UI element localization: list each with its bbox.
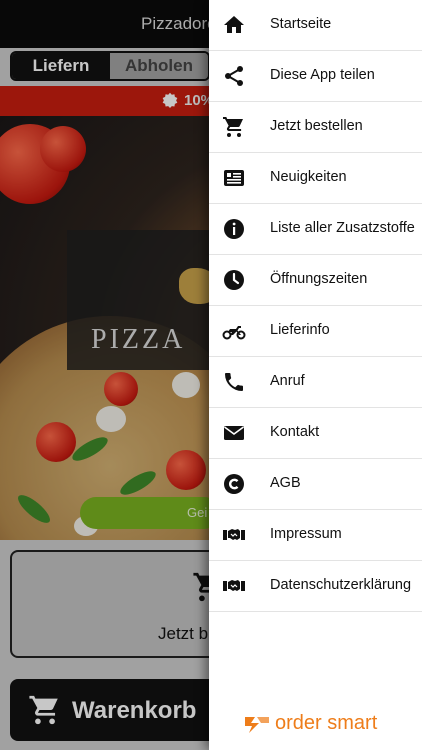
phone-icon <box>225 373 243 391</box>
cart-icon <box>223 117 243 137</box>
menu-item-call[interactable]: Anruf <box>209 357 422 408</box>
menu-item-news[interactable]: Neuigkeiten <box>209 153 422 204</box>
copyright-icon <box>224 474 244 494</box>
menu-item-label: AGB <box>270 475 301 491</box>
navigation-drawer: Startseite Diese App teilen Jetzt bestel… <box>209 0 422 750</box>
info-icon <box>224 219 244 239</box>
menu-item-opening-hours[interactable]: Öffnungszeiten <box>209 255 422 306</box>
menu-item-label: Startseite <box>270 16 332 32</box>
menu-item-label: Jetzt bestellen <box>270 118 363 134</box>
menu-item-startseite[interactable]: Startseite <box>209 0 422 51</box>
order-smart-mark <box>245 717 269 733</box>
menu-item-contact[interactable]: Kontakt <box>209 408 422 459</box>
menu-item-additives[interactable]: Liste aller Zusatzstoffe <box>209 204 422 255</box>
menu-item-label: Anruf <box>270 373 305 389</box>
handshake-icon <box>223 529 245 540</box>
menu-item-label: Lieferinfo <box>270 322 330 338</box>
motorcycle-icon <box>222 326 246 340</box>
menu-item-label: Kontakt <box>270 424 320 440</box>
menu-item-label: Neuigkeiten <box>270 169 347 185</box>
menu-item-label: Liste aller Zusatzstoffe <box>270 220 415 236</box>
menu-item-share-app[interactable]: Diese App teilen <box>209 51 422 102</box>
mail-icon <box>224 426 244 440</box>
share-icon <box>225 66 243 86</box>
menu-item-imprint[interactable]: Impressum <box>209 510 422 561</box>
menu-item-privacy[interactable]: Datenschutzerklärung <box>209 561 422 612</box>
menu-item-label: Öffnungszeiten <box>270 271 368 287</box>
menu-item-order-now[interactable]: Jetzt bestellen <box>209 102 422 153</box>
menu-item-terms[interactable]: AGB <box>209 459 422 510</box>
handshake-icon <box>223 580 245 591</box>
order-smart-logo: order smart <box>243 711 393 739</box>
menu-item-delivery-info[interactable]: Lieferinfo <box>209 306 422 357</box>
menu-item-label: Diese App teilen <box>270 67 375 83</box>
menu-item-label: Impressum <box>270 526 342 542</box>
order-smart-name: order smart <box>275 712 378 734</box>
clock-icon <box>224 270 244 290</box>
news-icon <box>224 170 244 186</box>
menu-item-label: Datenschutzerklärung <box>270 577 412 593</box>
home-icon <box>224 16 244 33</box>
